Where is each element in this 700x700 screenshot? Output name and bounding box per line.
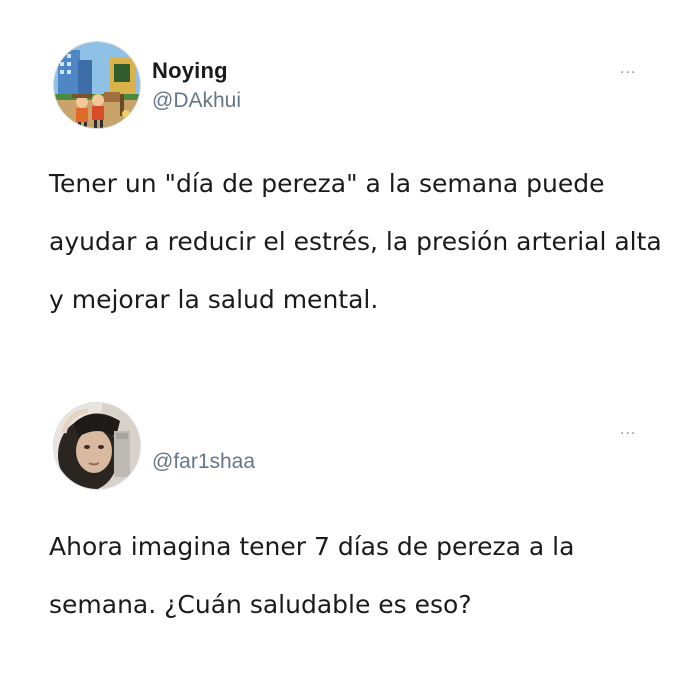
- avatar-cartoon-workers-icon: [54, 42, 140, 128]
- more-options-icon[interactable]: ...: [620, 421, 636, 439]
- more-options-icon[interactable]: ...: [620, 60, 636, 78]
- tweet-text: Ahora imagina tener 7 días de pereza a l…: [49, 532, 575, 619]
- avatar-person-photo-icon: [54, 403, 140, 489]
- tweet-text: Tener un "día de pereza" a la semana pue…: [49, 169, 662, 314]
- author-handle[interactable]: @DAkhui: [152, 89, 241, 113]
- avatar[interactable]: [53, 402, 141, 490]
- author-name[interactable]: Noying: [152, 58, 228, 84]
- author-handle[interactable]: @far1shaa: [152, 450, 255, 474]
- avatar[interactable]: [53, 41, 141, 129]
